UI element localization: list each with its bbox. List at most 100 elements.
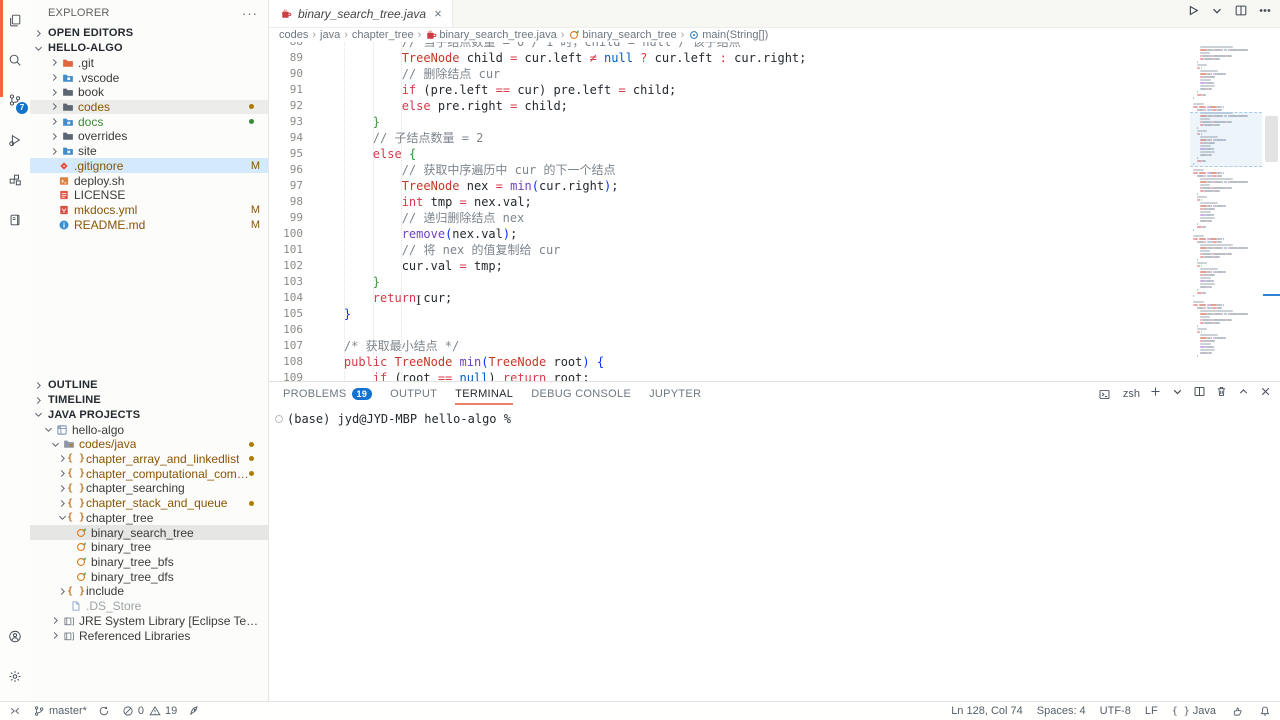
tree-item-docs[interactable]: docs <box>30 114 268 129</box>
status-spaces-4[interactable]: Spaces: 4 <box>1037 705 1086 717</box>
status-sync[interactable] <box>97 704 111 718</box>
source-folder-icon <box>62 437 76 451</box>
line-number: 97 <box>269 178 303 194</box>
status-error-circle[interactable]: 0 <box>121 704 144 718</box>
close-tab-icon[interactable]: × <box>434 6 442 21</box>
plus-button[interactable] <box>1148 385 1162 404</box>
tree-item-book[interactable]: book <box>30 85 268 100</box>
tree-item-chapter-searching[interactable]: { }chapter_searching <box>30 481 268 496</box>
breadcrumb-java[interactable]: java <box>320 29 340 41</box>
split-editor-button[interactable] <box>1234 4 1248 24</box>
status-braces[interactable]: { }Java <box>1172 705 1216 717</box>
tree-item-java-projects[interactable]: JAVA PROJECTS <box>30 407 268 422</box>
shell-label[interactable]: zsh <box>1123 388 1140 400</box>
activitybar-run-debug[interactable] <box>0 120 30 160</box>
editor-scrollbar[interactable] <box>1262 42 1280 381</box>
chev-up-button[interactable] <box>1236 385 1250 404</box>
code-line-90: 90 // 删除结点 cur <box>269 66 1190 82</box>
tree-item-readme-md[interactable]: README.mdM <box>30 217 268 232</box>
status-git-branch[interactable]: master* <box>32 704 87 718</box>
panel-tab-debug-console[interactable]: DEBUG CONSOLE <box>531 382 631 406</box>
tree-item-include[interactable]: { }include <box>30 584 268 599</box>
chev-down-sm-button[interactable] <box>1210 4 1224 24</box>
trash-button[interactable] <box>1214 385 1228 404</box>
tree-item-open-editors[interactable]: OPEN EDITORS <box>30 26 268 41</box>
terminal[interactable]: (base) jyd@JYD-MBP hello-algo % <box>269 406 1280 704</box>
tree-item-deploy-sh[interactable]: deploy.sh <box>30 173 268 188</box>
tree-item-binary-tree[interactable]: binary_tree <box>30 540 268 555</box>
breadcrumb-binary-search-tree-java[interactable]: binary_search_tree.java <box>425 29 556 41</box>
tree-item-gitignore[interactable]: .gitignoreM <box>30 158 268 173</box>
run-button[interactable] <box>1186 4 1200 24</box>
code-editor[interactable]: 88 // 当子结点数量 = 0 / 1 时，child = null / 该子… <box>269 42 1280 381</box>
tree-item-label: mkdocs.yml <box>74 203 137 217</box>
status-remote[interactable] <box>8 704 22 718</box>
status-utf-8[interactable]: UTF-8 <box>1100 705 1131 717</box>
panel-tab-jupyter[interactable]: JUPYTER <box>649 382 701 406</box>
explorer-more-icon[interactable]: ··· <box>242 6 258 21</box>
minimap[interactable] <box>1190 46 1262 377</box>
tree-item-timeline[interactable]: TIMELINE <box>30 393 268 408</box>
tree-item-mkdocs-yml[interactable]: mkdocs.ymlM <box>30 203 268 218</box>
status-ln-128-col-74[interactable]: Ln 128, Col 74 <box>951 705 1023 717</box>
git-modified-dot <box>249 501 254 506</box>
status-thumbsup[interactable] <box>1230 704 1244 718</box>
scrollbar-thumb[interactable] <box>1265 116 1278 162</box>
tree-item-hello-algo[interactable]: HELLO-ALGO <box>30 41 268 56</box>
tree-item-label: site <box>78 144 97 158</box>
tree-item-label: chapter_array_and_linkedlist <box>86 452 239 466</box>
split-editor-button[interactable] <box>1192 385 1206 404</box>
activitybar-extensions[interactable] <box>0 160 30 200</box>
tree-item-binary-tree-dfs[interactable]: binary_tree_dfs <box>30 569 268 584</box>
tree-item-binary-search-tree[interactable]: binary_search_tree <box>30 525 268 540</box>
tree-item-label: OPEN EDITORS <box>48 27 133 39</box>
activitybar-notebook[interactable] <box>0 200 30 240</box>
status-warning-triangle[interactable]: 19 <box>148 704 177 718</box>
breadcrumb-chapter-tree[interactable]: chapter_tree <box>352 29 414 41</box>
tree-item-git[interactable]: .git <box>30 55 268 70</box>
line-number: 101 <box>269 242 303 258</box>
tree-item-chapter-computational-complexity[interactable]: { }chapter_computational_complexity <box>30 466 268 481</box>
activitybar-gear[interactable] <box>0 656 30 696</box>
tree-item-label: TIMELINE <box>48 394 101 406</box>
panel-tab-output[interactable]: OUTPUT <box>390 382 437 406</box>
tree-item-site[interactable]: site <box>30 144 268 159</box>
tree-item-chapter-tree[interactable]: { }chapter_tree <box>30 510 268 525</box>
tree-item-jre-system-library-eclipse-temurin-17-17[interactable]: JRE System Library [Eclipse Temurin 17 [… <box>30 614 268 629</box>
breadcrumb-codes[interactable]: codes <box>279 29 308 41</box>
line-number: 94 <box>269 130 303 146</box>
panel-tab-terminal[interactable]: TERMINAL <box>455 382 513 406</box>
terminal-actions: zsh <box>1098 385 1272 404</box>
package-icon: { } <box>69 481 83 495</box>
tree-item-chapter-stack-and-queue[interactable]: { }chapter_stack_and_queue <box>30 496 268 511</box>
chev-down-sm-button[interactable] <box>1170 385 1184 404</box>
tree-item-referenced-libraries[interactable]: Referenced Libraries <box>30 628 268 643</box>
tree-item-binary-tree-bfs[interactable]: binary_tree_bfs <box>30 555 268 570</box>
tree-item-outline[interactable]: OUTLINE <box>30 378 268 393</box>
tree-item-license[interactable]: LICENSE <box>30 188 268 203</box>
tree-item-vscode[interactable]: .vscode <box>30 70 268 85</box>
minimap-slider[interactable] <box>1190 112 1262 167</box>
bottom-panel: PROBLEMS19 OUTPUT TERMINAL DEBUG CONSOLE JUP… <box>269 381 1280 704</box>
activitybar-account[interactable] <box>0 616 30 656</box>
tree-item-codes-java[interactable]: codes/java <box>30 437 268 452</box>
tree-item-chapter-array-and-linkedlist[interactable]: { }chapter_array_and_linkedlist <box>30 452 268 467</box>
tab-binary-search-tree[interactable]: binary_search_tree.java × <box>269 0 453 27</box>
activitybar-source-control[interactable]: 7 <box>0 80 30 120</box>
status-rocket[interactable] <box>187 704 201 718</box>
tree-item-label: deploy.sh <box>74 174 124 188</box>
activitybar-search[interactable] <box>0 40 30 80</box>
status-bell[interactable] <box>1258 704 1272 718</box>
panel-tab-problems[interactable]: PROBLEMS19 <box>283 382 372 406</box>
git-modified-dot <box>249 456 254 461</box>
close-button[interactable] <box>1258 385 1272 404</box>
activitybar-files[interactable] <box>0 0 30 40</box>
more-dots-button[interactable] <box>1258 4 1272 24</box>
breadcrumb-binary-search-tree[interactable]: binary_search_tree <box>568 29 676 41</box>
tree-item-hello-algo[interactable]: hello-algo <box>30 422 268 437</box>
tree-item-codes[interactable]: codes <box>30 100 268 115</box>
status-lf[interactable]: LF <box>1145 705 1158 717</box>
breadcrumb-main-string[interactable]: main(String[]) <box>688 29 768 41</box>
tree-item-overrides[interactable]: overrides <box>30 129 268 144</box>
tree-item-ds-store[interactable]: .DS_Store <box>30 599 268 614</box>
